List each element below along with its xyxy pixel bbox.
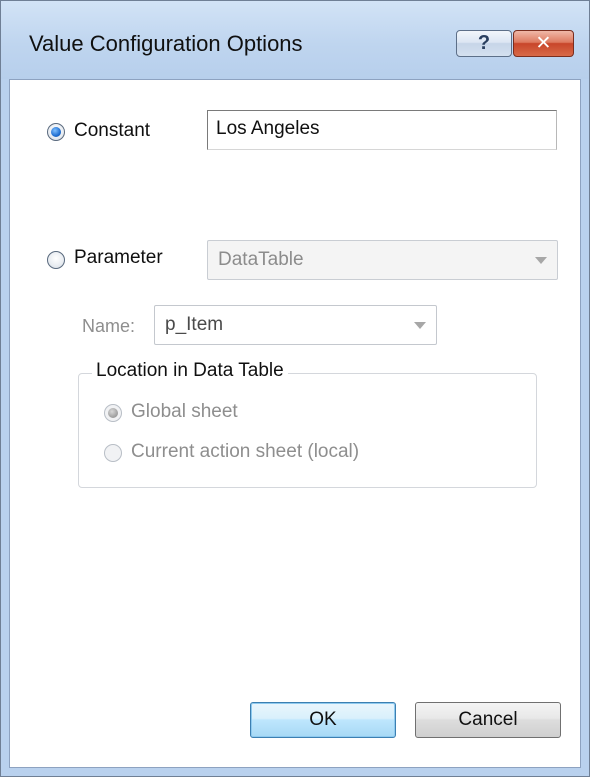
dialog-title: Value Configuration Options <box>29 31 303 56</box>
parameter-type-value: DataTable <box>218 249 304 270</box>
global-sheet-radio[interactable] <box>104 404 122 422</box>
name-label: Name: <box>82 316 136 336</box>
location-groupbox <box>78 373 537 488</box>
parameter-label[interactable]: Parameter <box>74 247 163 269</box>
close-button[interactable]: ✕ <box>513 30 574 57</box>
close-icon: ✕ <box>535 33 552 54</box>
dialog-body: Constant Los Angeles Parameter DataTable… <box>9 79 581 768</box>
location-groupbox-title: Location in Data Table <box>92 360 288 382</box>
title-bar[interactable]: Value Configuration Options ? ✕ <box>1 1 589 79</box>
local-sheet-radio[interactable] <box>104 444 122 462</box>
chevron-down-icon[interactable] <box>535 257 547 264</box>
parameter-type-dropdown[interactable]: DataTable <box>207 240 558 280</box>
ok-button[interactable]: OK <box>250 702 396 738</box>
parameter-name-value: p_Item <box>165 314 224 335</box>
constant-value-input[interactable]: Los Angeles <box>207 110 557 150</box>
constant-label[interactable]: Constant <box>74 120 150 142</box>
chevron-down-icon[interactable] <box>414 322 426 329</box>
dialog-window: Value Configuration Options ? ✕ Constant… <box>0 0 590 777</box>
help-button[interactable]: ? <box>456 30 512 57</box>
parameter-name-combobox[interactable]: p_Item <box>154 305 437 345</box>
cancel-button[interactable]: Cancel <box>415 702 561 738</box>
global-sheet-label[interactable]: Global sheet <box>131 401 238 423</box>
local-sheet-label[interactable]: Current action sheet (local) <box>131 441 359 463</box>
help-icon: ? <box>477 32 491 54</box>
constant-radio[interactable] <box>47 123 65 141</box>
parameter-radio[interactable] <box>47 251 65 269</box>
